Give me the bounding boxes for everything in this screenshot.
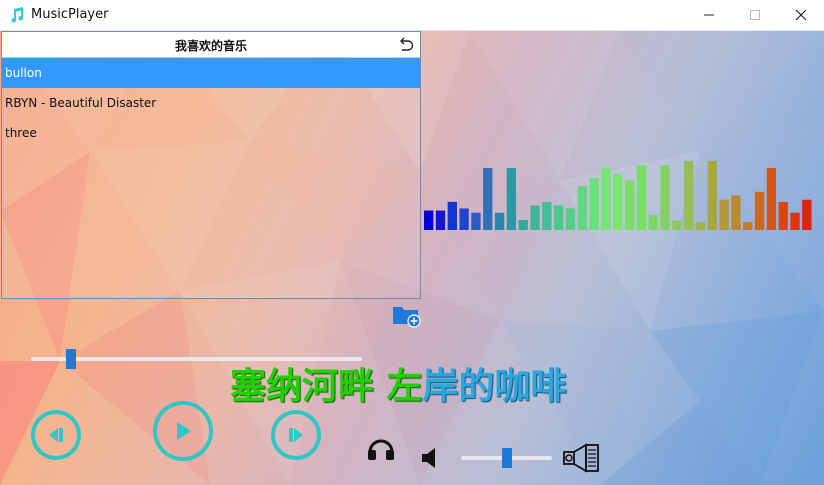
next-button[interactable]: [271, 410, 321, 460]
spectrum-bar: [719, 199, 729, 230]
playlist-item-three[interactable]: three: [2, 118, 420, 148]
spectrum-bar: [636, 165, 647, 230]
spectrum-bar: [731, 195, 741, 230]
spectrum-bar: [542, 201, 552, 230]
spectrum-bar: [424, 210, 434, 230]
close-icon: [795, 6, 807, 25]
spectrum-bar: [483, 168, 493, 230]
spectrum-bar: [790, 212, 800, 230]
spectrum-bar: [802, 199, 812, 230]
spectrum-bar: [589, 178, 599, 230]
volume-thumb[interactable]: [501, 448, 512, 468]
playlist-title: 我喜欢的音乐: [174, 39, 247, 53]
title-bar: MusicPlayer: [0, 0, 824, 31]
spectrum-bar: [506, 168, 517, 230]
play-button[interactable]: [153, 401, 213, 461]
headphones-icon[interactable]: [366, 436, 396, 466]
maximize-button[interactable]: [732, 0, 778, 30]
playlist-panel: 我喜欢的音乐 bullon RBYN - Beautiful Disaster …: [1, 31, 421, 299]
minimize-icon: [703, 6, 715, 25]
window-title: MusicPlayer: [31, 7, 109, 22]
spectrum-bar: [459, 208, 469, 230]
spectrum-bar: [435, 210, 446, 230]
spectrum-bar: [447, 201, 457, 230]
spectrum-bar: [766, 168, 777, 230]
spectrum-bar: [743, 222, 753, 230]
spectrum-bar: [684, 160, 694, 230]
spectrum-bar: [554, 205, 564, 230]
lyric-sung: 塞纳河畔 左: [230, 366, 423, 407]
playlist-item-rbyn-beautiful-disaster[interactable]: RBYN - Beautiful Disaster: [2, 88, 420, 118]
spectrum-bar: [660, 165, 670, 230]
folder-add-icon[interactable]: [392, 302, 422, 328]
music-note-icon: [9, 7, 25, 23]
previous-button[interactable]: [31, 410, 81, 460]
progress-thumb[interactable]: [65, 349, 76, 369]
music-player-window: MusicPlayer 我喜欢的音乐 bullon RBYN - Beautif…: [0, 0, 824, 485]
spectrum-visualizer: [424, 160, 812, 230]
minimize-button[interactable]: [686, 0, 732, 30]
spectrum-bar: [778, 201, 788, 230]
spectrum-bar: [707, 160, 717, 230]
spectrum-bar: [494, 212, 505, 230]
spectrum-bar: [754, 191, 765, 230]
playlist-header: 我喜欢的音乐: [2, 32, 420, 57]
spectrum-bar: [577, 186, 587, 230]
spectrum-bar: [672, 220, 682, 230]
spectrum-bar: [471, 212, 481, 230]
undo-icon[interactable]: [397, 35, 415, 53]
spectrum-bar: [518, 219, 528, 230]
speaker-icon[interactable]: [562, 443, 600, 477]
playlist-item-bullon[interactable]: bullon: [2, 58, 420, 88]
spectrum-bar: [648, 214, 658, 230]
spectrum-bar: [695, 222, 706, 230]
maximize-icon: [749, 6, 761, 25]
spectrum-bar: [624, 180, 635, 230]
spectrum-bar: [601, 168, 611, 230]
close-button[interactable]: [778, 0, 824, 30]
volume-icon[interactable]: [421, 447, 437, 473]
lyric-unsung: 岸的咖啡: [422, 366, 567, 407]
spectrum-bar: [530, 205, 540, 230]
lyric-line: 塞纳河畔 左岸的咖啡: [230, 357, 567, 409]
spectrum-bar: [565, 208, 576, 230]
spectrum-bar: [613, 173, 623, 230]
